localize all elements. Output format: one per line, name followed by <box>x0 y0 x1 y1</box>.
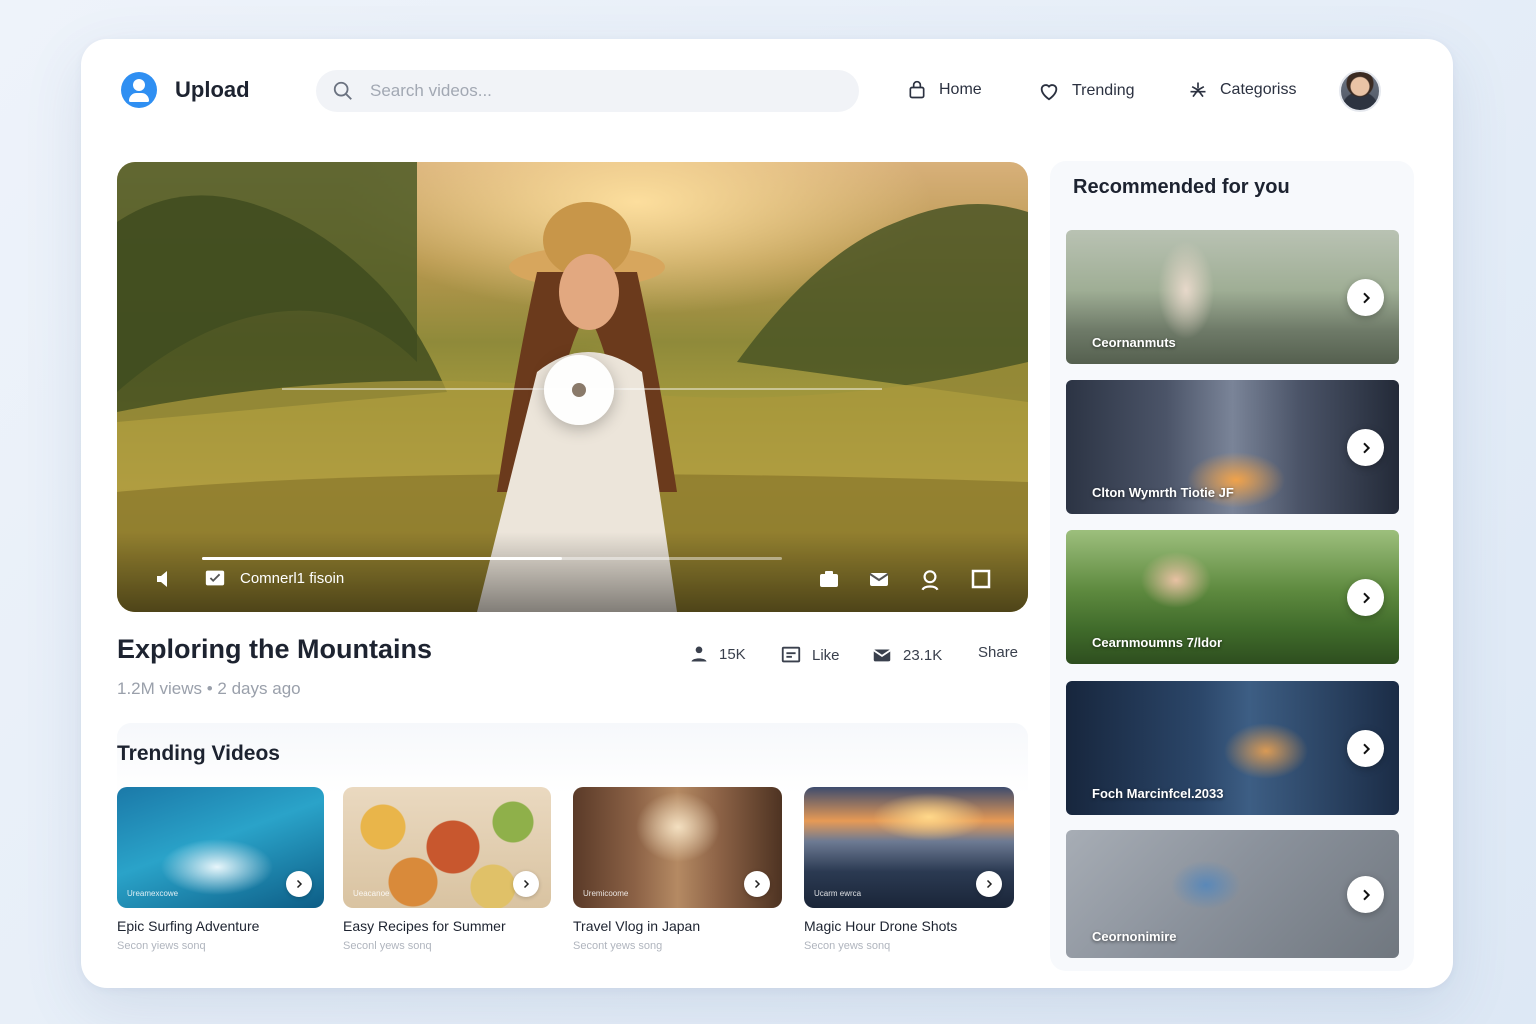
user-icon <box>691 646 707 662</box>
thumbnail-caption: Ureamexcowe <box>127 889 179 898</box>
heart-icon <box>1040 84 1058 101</box>
logo[interactable]: Upload <box>121 72 250 108</box>
user-icon <box>121 72 157 108</box>
trending-card-title: Epic Surfing Adventure <box>117 918 260 934</box>
thumbnail-caption: Ucarm ewrca <box>814 889 862 898</box>
trending-card-title: Travel Vlog in Japan <box>573 918 701 934</box>
progress-fill <box>202 557 562 560</box>
chat-icon <box>781 646 801 663</box>
trending-thumbnail: Ureamexcowe <box>117 787 324 908</box>
video-title: Exploring the Mountains <box>117 634 432 664</box>
chevron-right-icon <box>296 879 303 889</box>
like-label: Like <box>812 646 840 664</box>
nav-home[interactable]: Home <box>907 80 982 100</box>
thumbnail-caption: Uremicoome <box>583 889 629 898</box>
comments-count-label: 23.1K <box>903 646 943 664</box>
captions-icon[interactable] <box>204 567 226 589</box>
recommended-caption: Ceornanmuts <box>1092 335 1176 350</box>
trending-card-title: Easy Recipes for Summer <box>343 918 506 934</box>
chevron-right-icon <box>986 879 993 889</box>
trending-card-sub: Secon yews sonq <box>804 940 891 952</box>
like-button[interactable]: Like <box>780 644 840 666</box>
play-button[interactable] <box>1347 579 1384 616</box>
control-label: Comnerl1 fisoin <box>240 570 345 587</box>
recommended-card[interactable]: Ceornanmuts <box>1066 230 1399 364</box>
trending-card-title: Magic Hour Drone Shots <box>804 918 958 934</box>
recommended-caption: Ceornonimire <box>1092 929 1177 944</box>
recommended-card[interactable]: Clton Wymrth Tiotie JF <box>1066 380 1399 514</box>
play-button[interactable] <box>513 871 539 897</box>
nav-trending[interactable]: Trending <box>1038 80 1135 102</box>
chevron-right-icon <box>1362 889 1370 900</box>
chevron-right-icon <box>1362 592 1370 603</box>
search-icon <box>333 81 352 100</box>
recommended-caption: Clton Wymrth Tiotie JF <box>1092 485 1234 500</box>
trending-thumbnail: Uremicoome <box>573 787 782 908</box>
trending-card[interactable]: Ueacanoe Easy Recipes for Summer Seconl … <box>343 787 551 952</box>
trending-card[interactable]: Uremicoome Travel Vlog in Japan Secont y… <box>573 787 782 952</box>
settings-icon[interactable] <box>917 567 943 593</box>
recommended-card[interactable]: Cearnmoumns 7/ldor <box>1066 530 1399 664</box>
chevron-right-icon <box>1362 442 1370 453</box>
nav-categories-label: Categoriss <box>1220 81 1297 98</box>
views-count-label: 15K <box>719 645 746 663</box>
recommended-caption: Foch Marcinfcel.2033 <box>1092 786 1224 801</box>
trending-card[interactable]: Ucarm ewrca Magic Hour Drone Shots Secon… <box>804 787 1014 952</box>
logo-label: Upload <box>175 77 250 102</box>
app-window: Upload Home Trending Categoriss <box>81 39 1453 988</box>
trending-thumbnail: Ucarm ewrca <box>804 787 1014 908</box>
nav-categories[interactable]: Categoriss <box>1188 80 1296 100</box>
share-button[interactable]: Share <box>978 644 1018 661</box>
trending-title: Trending Videos <box>117 742 280 765</box>
mail-icon[interactable] <box>867 567 891 591</box>
play-button[interactable] <box>744 871 770 897</box>
play-button[interactable] <box>1347 730 1384 767</box>
nav-trending-label: Trending <box>1072 82 1135 99</box>
search-bar[interactable] <box>316 70 859 112</box>
play-button[interactable] <box>1347 876 1384 913</box>
search-input[interactable] <box>370 81 810 101</box>
trending-card[interactable]: Ureamexcowe Epic Surfing Adventure Secon… <box>117 787 324 952</box>
video-meta: 1.2M views • 2 days ago <box>117 679 301 698</box>
sparkle-icon <box>1190 82 1206 98</box>
recommended-card[interactable]: Ceornonimire <box>1066 830 1399 958</box>
trending-card-sub: Seconl yews sonq <box>343 940 432 952</box>
play-button[interactable] <box>1347 429 1384 466</box>
views-count[interactable]: 15K <box>689 644 746 664</box>
camera-icon[interactable] <box>817 567 841 591</box>
chevron-right-icon <box>754 879 761 889</box>
play-button[interactable] <box>544 355 614 425</box>
play-button[interactable] <box>1347 279 1384 316</box>
volume-icon[interactable] <box>153 567 177 591</box>
comments-count[interactable]: 23.1K <box>871 644 942 666</box>
nav-home-label: Home <box>939 81 982 98</box>
play-button[interactable] <box>286 871 312 897</box>
share-label: Share <box>978 644 1019 661</box>
recommended-title: Recommended for you <box>1073 176 1290 198</box>
progress-bar[interactable] <box>202 557 782 560</box>
trending-thumbnail: Ueacanoe <box>343 787 551 908</box>
chevron-right-icon <box>523 879 530 889</box>
thumbnail-caption: Ueacanoe <box>353 889 390 898</box>
trending-card-sub: Secon yiews sonq <box>117 940 206 952</box>
chevron-right-icon <box>1362 743 1370 754</box>
play-button[interactable] <box>976 871 1002 897</box>
bag-icon <box>909 80 925 99</box>
trending-card-sub: Secont yews song <box>573 940 663 952</box>
mail-icon <box>873 649 891 662</box>
recommended-card[interactable]: Foch Marcinfcel.2033 <box>1066 681 1399 815</box>
video-player[interactable]: Comnerl1 fisoin <box>117 162 1028 612</box>
recommended-caption: Cearnmoumns 7/ldor <box>1092 635 1223 650</box>
avatar[interactable] <box>1339 70 1381 112</box>
fullscreen-icon[interactable] <box>969 567 993 591</box>
chevron-right-icon <box>1362 292 1370 303</box>
